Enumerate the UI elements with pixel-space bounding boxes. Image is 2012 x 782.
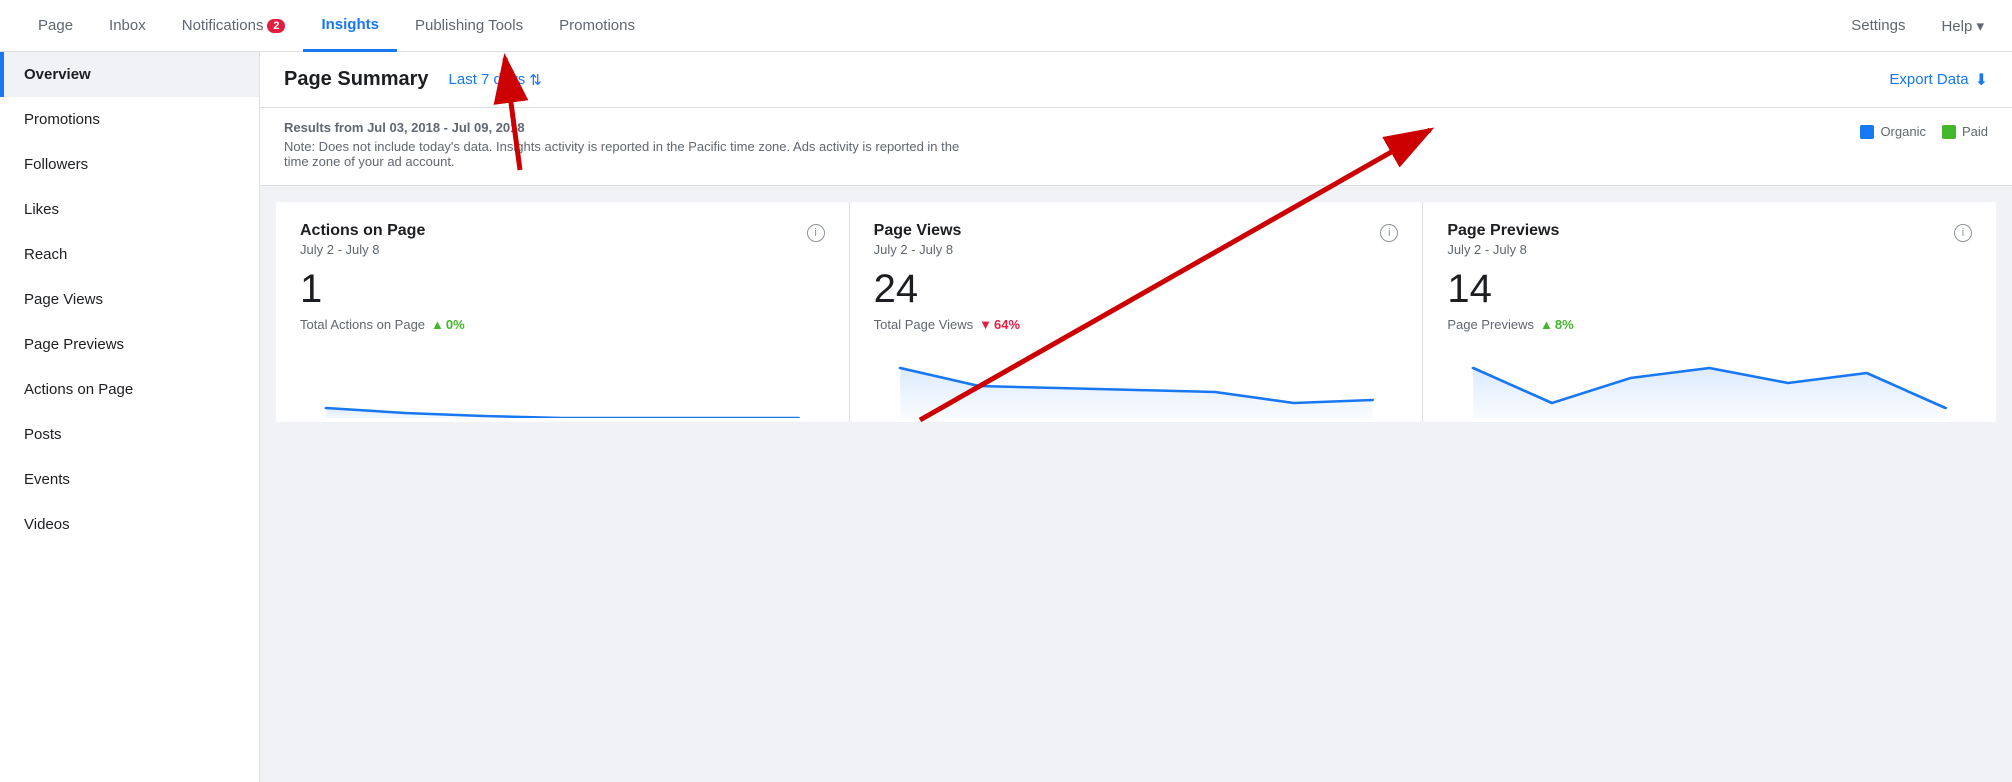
main-layout: OverviewPromotionsFollowersLikesReachPag… xyxy=(0,52,2012,782)
card-number-2: 14 xyxy=(1447,269,1972,309)
legend: Organic Paid xyxy=(1860,124,1988,139)
card-title-1: Page Views xyxy=(874,222,962,240)
sidebar-item-promotions[interactable]: Promotions xyxy=(0,97,259,142)
cards-grid: Actions on Page July 2 - July 8 i 1 Tota… xyxy=(276,202,1996,422)
info-bar: Results from Jul 03, 2018 - Jul 09, 2018… xyxy=(260,108,2012,186)
sidebar-item-followers[interactable]: Followers xyxy=(0,142,259,187)
card-trend-1: ▼ 64% xyxy=(979,317,1020,332)
info-icon-2[interactable]: i xyxy=(1954,224,1972,242)
card-metric-label-2: Page Previews xyxy=(1447,317,1534,332)
sidebar-item-videos[interactable]: Videos xyxy=(0,502,259,547)
card-metric-0: Total Actions on Page ▲ 0% xyxy=(300,317,825,332)
paid-dot xyxy=(1942,125,1956,139)
trend-value-0: 0% xyxy=(446,317,465,332)
top-nav: PageInboxNotifications2InsightsPublishin… xyxy=(0,0,2012,52)
card-header-0: Actions on Page July 2 - July 8 i xyxy=(300,222,825,257)
sidebar: OverviewPromotionsFollowersLikesReachPag… xyxy=(0,52,260,782)
nav-item-inbox[interactable]: Inbox xyxy=(91,0,164,52)
trend-arrow-0: ▲ xyxy=(431,317,444,332)
results-date-range: Results from Jul 03, 2018 - Jul 09, 2018 xyxy=(284,120,984,135)
nav-item-promotions[interactable]: Promotions xyxy=(541,0,653,52)
date-range-icon: ⇅ xyxy=(529,71,542,89)
legend-organic: Organic xyxy=(1860,124,1926,139)
date-range-label: Last 7 days xyxy=(449,71,526,88)
page-summary-title: Page Summary xyxy=(284,68,429,91)
organic-dot xyxy=(1860,125,1874,139)
card-subtitle-0: July 2 - July 8 xyxy=(300,242,425,257)
card-number-0: 1 xyxy=(300,269,825,309)
page-summary-header: Page Summary Last 7 days ⇅ Export Data ⬇ xyxy=(260,52,2012,108)
sidebar-item-reach[interactable]: Reach xyxy=(0,232,259,277)
sidebar-item-page-previews[interactable]: Page Previews xyxy=(0,322,259,367)
main-content: Page Summary Last 7 days ⇅ Export Data ⬇… xyxy=(260,52,2012,782)
nav-item-page[interactable]: Page xyxy=(20,0,91,52)
legend-paid: Paid xyxy=(1942,124,1988,139)
nav-item-notifications[interactable]: Notifications2 xyxy=(164,0,304,52)
nav-items-left: PageInboxNotifications2InsightsPublishin… xyxy=(20,0,1843,52)
nav-item-insights[interactable]: Insights xyxy=(303,0,397,52)
sidebar-item-actions-on-page[interactable]: Actions on Page xyxy=(0,367,259,412)
card-header-1: Page Views July 2 - July 8 i xyxy=(874,222,1399,257)
sidebar-item-page-views[interactable]: Page Views xyxy=(0,277,259,322)
trend-value-2: 8% xyxy=(1555,317,1574,332)
nav-badge-notifications: 2 xyxy=(267,19,285,33)
trend-arrow-2: ▲ xyxy=(1540,317,1553,332)
sidebar-item-posts[interactable]: Posts xyxy=(0,412,259,457)
export-data-button[interactable]: Export Data ⬇ xyxy=(1889,70,1988,90)
stat-card-1: Page Views July 2 - July 8 i 24 Total Pa… xyxy=(850,202,1423,422)
trend-arrow-1: ▼ xyxy=(979,317,992,332)
card-metric-2: Page Previews ▲ 8% xyxy=(1447,317,1972,332)
info-text: Results from Jul 03, 2018 - Jul 09, 2018… xyxy=(284,120,984,169)
sidebar-item-events[interactable]: Events xyxy=(0,457,259,502)
card-number-1: 24 xyxy=(874,269,1399,309)
nav-items-right: Settings Help ▾ xyxy=(1843,0,1992,52)
mini-chart-1 xyxy=(874,348,1399,418)
card-metric-label-0: Total Actions on Page xyxy=(300,317,425,332)
date-range-selector[interactable]: Last 7 days ⇅ xyxy=(449,71,542,89)
card-header-2: Page Previews July 2 - July 8 i xyxy=(1447,222,1972,257)
sidebar-item-overview[interactable]: Overview xyxy=(0,52,259,97)
note-text: Note: Does not include today's data. Ins… xyxy=(284,139,984,169)
nav-item-settings[interactable]: Settings xyxy=(1843,0,1913,52)
info-icon-1[interactable]: i xyxy=(1380,224,1398,242)
nav-item-help-[interactable]: Help ▾ xyxy=(1933,0,1992,52)
card-title-2: Page Previews xyxy=(1447,222,1559,240)
sidebar-item-likes[interactable]: Likes xyxy=(0,187,259,232)
mini-chart-0 xyxy=(300,348,825,418)
card-metric-1: Total Page Views ▼ 64% xyxy=(874,317,1399,332)
stat-card-2: Page Previews July 2 - July 8 i 14 Page … xyxy=(1423,202,1996,422)
card-subtitle-1: July 2 - July 8 xyxy=(874,242,962,257)
export-data-label: Export Data xyxy=(1889,71,1968,88)
trend-value-1: 64% xyxy=(994,317,1020,332)
organic-label: Organic xyxy=(1880,124,1926,139)
card-trend-0: ▲ 0% xyxy=(431,317,465,332)
card-trend-2: ▲ 8% xyxy=(1540,317,1574,332)
card-title-0: Actions on Page xyxy=(300,222,425,240)
info-icon-0[interactable]: i xyxy=(807,224,825,242)
nav-item-publishing-tools[interactable]: Publishing Tools xyxy=(397,0,541,52)
card-metric-label-1: Total Page Views xyxy=(874,317,974,332)
card-subtitle-2: July 2 - July 8 xyxy=(1447,242,1559,257)
stat-card-0: Actions on Page July 2 - July 8 i 1 Tota… xyxy=(276,202,849,422)
export-icon: ⬇ xyxy=(1975,70,1988,90)
mini-chart-2 xyxy=(1447,348,1972,418)
paid-label: Paid xyxy=(1962,124,1988,139)
